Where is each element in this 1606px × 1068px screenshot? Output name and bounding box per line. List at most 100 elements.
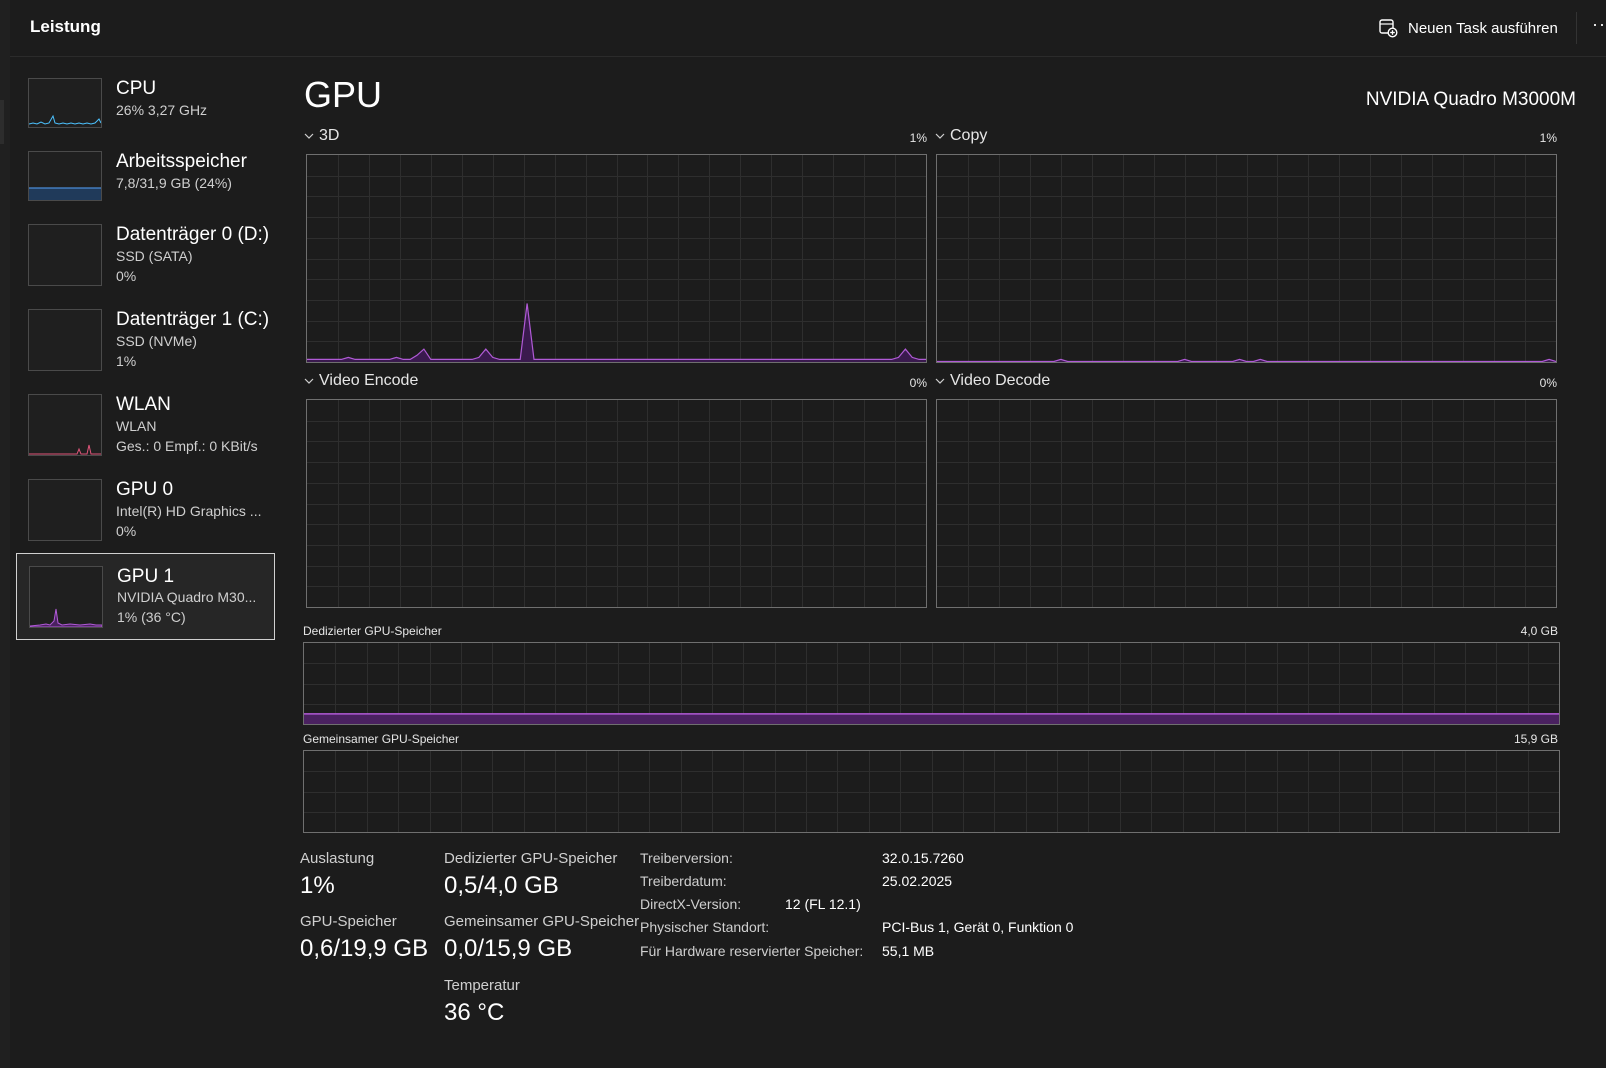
shared-memory-max: 15,9 GB xyxy=(1513,732,1558,746)
sidebar-item-detail: 1% xyxy=(116,353,137,369)
engine-graph-3d xyxy=(306,154,927,363)
dedicated-memory-graph xyxy=(303,642,1560,725)
temperature-value: 36 °C xyxy=(444,999,505,1026)
engine-dropdown-video-decode[interactable]: Video Decode xyxy=(935,372,1050,390)
engine-value: 1% xyxy=(1539,131,1557,145)
gpu1-thumb-area xyxy=(30,608,102,627)
sidebar-item-detail: 0% xyxy=(116,268,137,284)
info-label-driver-date: Treiberdatum: xyxy=(640,873,727,889)
utilization-value: 1% xyxy=(300,872,335,899)
sidebar-item-memory[interactable]: Arbeitsspeicher 7,8/31,9 GB (24%) xyxy=(16,143,273,211)
info-label-driver-version: Treiberversion: xyxy=(640,850,733,866)
sidebar-item-detail: 26% 3,27 GHz xyxy=(116,102,208,118)
disk0-thumbnail-graph xyxy=(28,224,102,286)
gpu1-thumbnail-graph xyxy=(29,566,103,628)
sidebar-item-gpu-1[interactable]: GPU 1 NVIDIA Quadro M30... 1% (36 °C) xyxy=(16,553,275,640)
engine-graph-copy xyxy=(936,154,1557,363)
info-value-driver-date: 25.02.2025 xyxy=(882,873,953,889)
info-label-reserved-memory: Für Hardware reservierter Speicher: xyxy=(640,943,864,959)
sidebar-item-type: NVIDIA Quadro M30... xyxy=(117,589,257,605)
shared-memory-graph xyxy=(303,750,1560,833)
sidebar-item-name: GPU 1 xyxy=(117,566,175,587)
sidebar-item-type: WLAN xyxy=(116,418,157,434)
device-name: NVIDIA Quadro M3000M xyxy=(1365,89,1576,110)
engine-value: 0% xyxy=(909,376,927,390)
page-title: Leistung xyxy=(30,17,101,36)
sidebar-item-name: WLAN xyxy=(116,394,171,415)
header-divider xyxy=(1576,12,1577,44)
engine-dropdown-copy[interactable]: Copy xyxy=(935,127,987,145)
new-task-label: Neuen Task ausführen xyxy=(1408,19,1558,37)
shared-memory-label: Gemeinsamer GPU-Speicher xyxy=(303,732,460,746)
info-value-reserved-memory: 55,1 MB xyxy=(882,943,935,959)
more-options-icon[interactable]: ··· xyxy=(1592,14,1606,35)
sidebar-item-name: Arbeitsspeicher xyxy=(116,151,247,172)
sidebar-item-wlan[interactable]: WLAN WLAN Ges.: 0 Empf.: 0 KBit/s xyxy=(16,386,273,464)
graph-svg xyxy=(937,155,1556,362)
temperature-label: Temperatur xyxy=(444,977,520,994)
sidebar-item-detail: Ges.: 0 Empf.: 0 KBit/s xyxy=(116,438,258,454)
engine-label: Video Encode xyxy=(319,372,419,389)
memory-thumbnail-graph xyxy=(28,151,102,201)
info-label-directx: DirectX-Version: xyxy=(640,896,742,912)
sidebar-item-type: Intel(R) HD Graphics ... xyxy=(116,503,262,519)
engine-dropdown-video-encode[interactable]: Video Encode xyxy=(304,372,418,390)
utilization-label: Auslastung xyxy=(300,850,375,867)
dedicated-memory-stat-label: Dedizierter GPU-Speicher xyxy=(444,850,618,867)
wlan-thumbnail-graph xyxy=(28,394,102,456)
shared-memory-stat-label: Gemeinsamer GPU-Speicher xyxy=(444,913,640,930)
rail-marker xyxy=(0,100,4,144)
memory-usage-fill xyxy=(304,713,1559,724)
chevron-down-icon xyxy=(304,133,314,139)
header-bar: Leistung Neuen Task ausführen ··· xyxy=(10,0,1606,57)
graph-svg xyxy=(307,400,926,607)
engine-label: Copy xyxy=(950,127,988,144)
sidebar-item-disk-1[interactable]: Datenträger 1 (C:) SSD (NVMe) 1% xyxy=(16,301,273,379)
engine-graph-video-encode xyxy=(306,399,927,608)
gpu0-thumbnail-graph xyxy=(28,479,102,541)
info-value-location: PCI-Bus 1, Gerät 0, Funktion 0 xyxy=(882,919,1074,935)
sidebar-item-gpu-0[interactable]: GPU 0 Intel(R) HD Graphics ... 0% xyxy=(16,471,273,549)
sidebar-item-name: Datenträger 0 (D:) xyxy=(116,224,270,245)
dedicated-memory-label: Dedizierter GPU-Speicher xyxy=(303,624,442,638)
new-task-icon xyxy=(1379,19,1398,38)
cpu-thumb-line xyxy=(29,114,101,125)
engine-label: 3D xyxy=(319,127,340,144)
wlan-thumb-line xyxy=(29,444,101,455)
disk1-thumbnail-graph xyxy=(28,309,102,371)
left-rail xyxy=(0,0,10,1068)
shared-memory-stat-value: 0,0/15,9 GB xyxy=(444,935,573,962)
engine-dropdown-3d[interactable]: 3D xyxy=(304,127,339,145)
sidebar-item-detail: 0% xyxy=(116,523,137,539)
chevron-down-icon xyxy=(935,378,945,384)
memory-graph-svg xyxy=(304,751,1559,832)
chevron-down-icon xyxy=(304,378,314,384)
sidebar-item-disk-0[interactable]: Datenträger 0 (D:) SSD (SATA) 0% xyxy=(16,216,273,294)
sidebar-item-name: Datenträger 1 (C:) xyxy=(116,309,270,330)
chevron-down-icon xyxy=(935,133,945,139)
gpu-memory-value: 0,6/19,9 GB xyxy=(300,935,429,962)
new-task-button[interactable]: Neuen Task ausführen xyxy=(1378,14,1558,42)
engine-label: Video Decode xyxy=(950,372,1051,389)
info-label-location: Physischer Standort: xyxy=(640,919,770,935)
sidebar-item-cpu[interactable]: CPU 26% 3,27 GHz xyxy=(16,70,273,138)
sidebar-item-detail: 7,8/31,9 GB (24%) xyxy=(116,175,232,191)
info-value-driver-version: 32.0.15.7260 xyxy=(882,850,964,866)
sidebar-item-name: GPU 0 xyxy=(116,479,174,500)
engine-graph-video-decode xyxy=(936,399,1557,608)
sidebar-item-type: SSD (SATA) xyxy=(116,248,193,264)
sidebar-item-detail: 1% (36 °C) xyxy=(117,609,186,625)
gpu-memory-label: GPU-Speicher xyxy=(300,913,397,930)
engine-value: 0% xyxy=(1539,376,1557,390)
sidebar-item-type: SSD (NVMe) xyxy=(116,333,197,349)
info-value-directx: 12 (FL 12.1) xyxy=(785,896,861,912)
graph-svg xyxy=(937,400,1556,607)
dedicated-memory-max: 4,0 GB xyxy=(1520,624,1558,638)
cpu-thumbnail-graph xyxy=(28,78,102,128)
dedicated-memory-stat-value: 0,5/4,0 GB xyxy=(444,872,559,899)
memory-thumb-fill xyxy=(29,188,101,200)
memory-graph-svg xyxy=(304,643,1559,724)
engine-value: 1% xyxy=(909,131,927,145)
main-title: GPU xyxy=(304,74,383,115)
sidebar-item-name: CPU xyxy=(116,78,157,99)
